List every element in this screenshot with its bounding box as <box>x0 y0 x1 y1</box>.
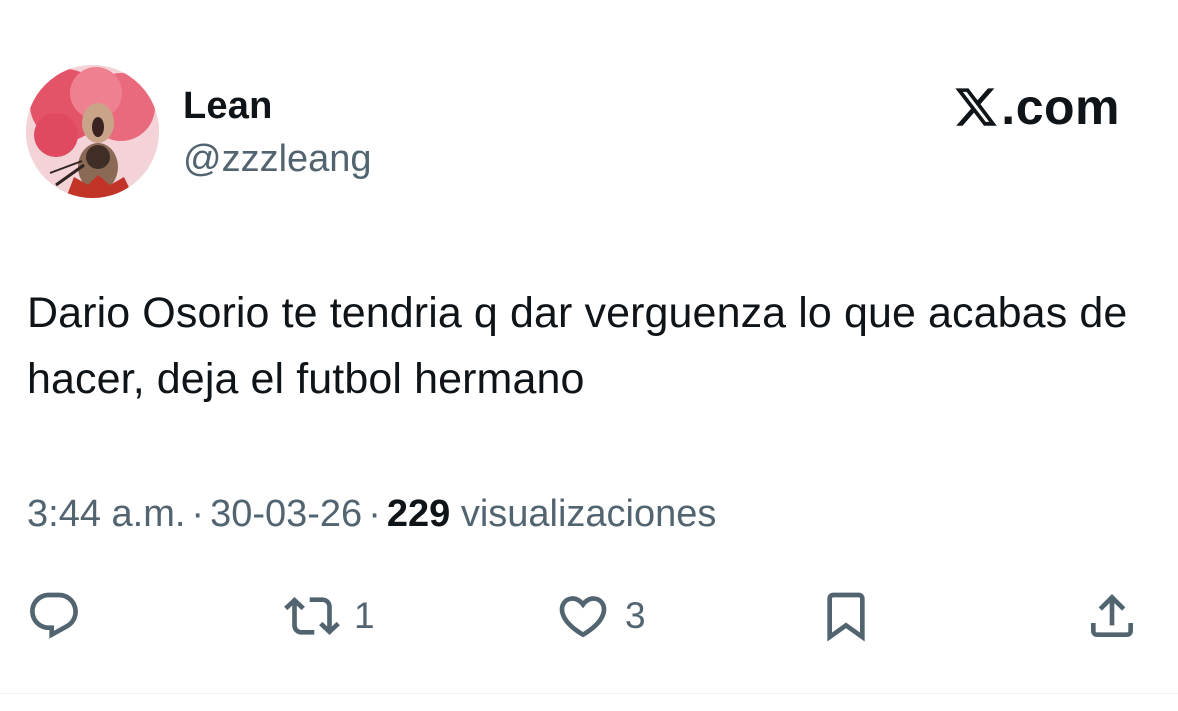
tweet-text: Dario Osorio te tendria q dar verguenza … <box>27 289 1128 403</box>
x-brand: .com <box>952 80 1120 134</box>
retweet-count: 1 <box>354 595 375 636</box>
avatar[interactable] <box>26 65 159 198</box>
heart-icon <box>559 596 607 638</box>
meta-separator: · <box>191 493 205 535</box>
author-display-name[interactable]: Lean <box>183 84 273 128</box>
reply-button[interactable] <box>26 588 82 644</box>
bookmark-icon <box>827 592 865 642</box>
like-count: 3 <box>625 595 646 636</box>
bookmark-button[interactable] <box>818 588 874 644</box>
like-button[interactable]: 3 <box>555 588 646 644</box>
author-handle[interactable]: @zzzleang <box>183 137 372 181</box>
retweet-icon <box>284 597 340 635</box>
share-icon <box>1091 594 1133 637</box>
meta-separator: · <box>368 493 381 535</box>
reply-icon <box>30 592 78 639</box>
tweet-meta: 3:44 a.m. · 30-03-26 · 229 visualizaciones <box>27 490 716 538</box>
share-button[interactable] <box>1084 588 1140 644</box>
retweet-button[interactable]: 1 <box>284 588 375 644</box>
x-logo-icon <box>955 88 998 126</box>
views-count: 229 <box>386 493 451 535</box>
brand-text: .com <box>1001 79 1120 135</box>
views-label: visualizaciones <box>460 493 717 535</box>
tweet-date[interactable]: 30-03-26 <box>210 493 362 535</box>
tweet-time[interactable]: 3:44 a.m. <box>27 493 185 535</box>
avatar-image <box>26 65 159 198</box>
bottom-divider <box>0 693 1178 694</box>
